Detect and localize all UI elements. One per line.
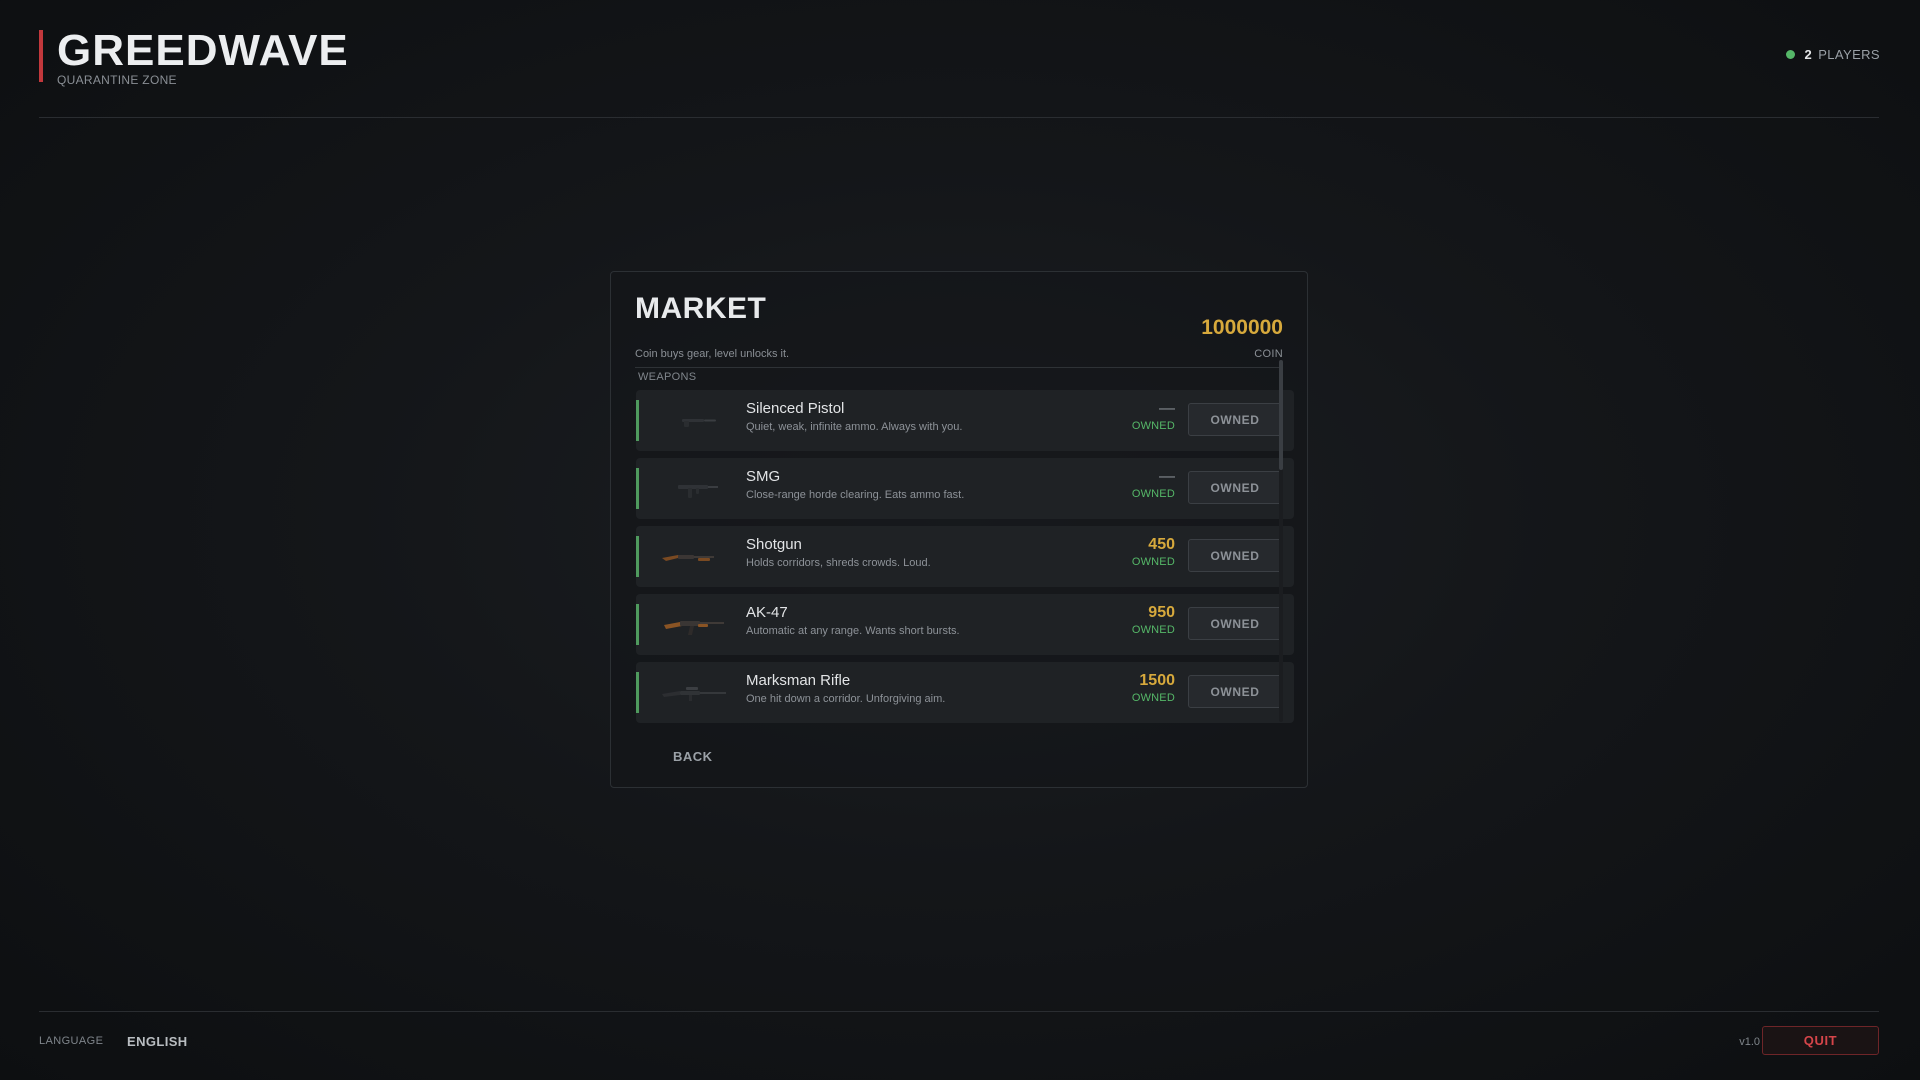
weapon-description: Quiet, weak, infinite ammo. Always with … — [746, 421, 963, 433]
weapon-description: Close-range horde clearing. Eats ammo fa… — [746, 489, 965, 501]
weapon-row: AK-47 Automatic at any range. Wants shor… — [636, 594, 1294, 655]
coin-label: COIN — [1254, 348, 1283, 360]
owned-button[interactable]: OWNED — [1188, 471, 1282, 504]
players-label: PLAYERS — [1818, 47, 1880, 62]
game-subtitle: QUARANTINE ZONE — [57, 73, 177, 87]
weapon-row: Marksman Rifle One hit down a corridor. … — [636, 662, 1294, 723]
weapon-description: Automatic at any range. Wants short burs… — [746, 625, 960, 637]
weapon-row: SMG Close-range horde clearing. Eats amm… — [636, 458, 1294, 519]
owned-accent-bar — [636, 400, 639, 441]
players-count: 2 — [1804, 47, 1813, 62]
sniper-icon — [662, 687, 726, 701]
weapon-description: One hit down a corridor. Unforgiving aim… — [746, 693, 946, 705]
market-panel: MARKET Coin buys gear, level unlocks it.… — [610, 271, 1308, 788]
weapon-status: OWNED — [1131, 556, 1175, 568]
weapon-status: OWNED — [1131, 692, 1175, 704]
weapon-price: — — [1159, 468, 1175, 485]
weapon-description: Holds corridors, shreds crowds. Loud. — [746, 557, 931, 569]
game-title: GREEDWAVE — [57, 26, 349, 75]
weapon-price: 950 — [1148, 604, 1175, 621]
owned-accent-bar — [636, 468, 639, 509]
back-button[interactable]: BACK — [673, 749, 713, 764]
market-title: MARKET — [635, 292, 767, 325]
owned-button[interactable]: OWNED — [1188, 675, 1282, 708]
weapon-status: OWNED — [1131, 488, 1175, 500]
owned-accent-bar — [636, 604, 639, 645]
section-label-weapons: WEAPONS — [638, 371, 697, 383]
weapon-row: Shotgun Holds corridors, shreds crowds. … — [636, 526, 1294, 587]
owned-accent-bar — [636, 672, 639, 713]
language-selector[interactable]: ENGLISH — [127, 1034, 188, 1049]
market-subtitle: Coin buys gear, level unlocks it. — [635, 348, 790, 360]
owned-button[interactable]: OWNED — [1188, 607, 1282, 640]
weapon-name: Silenced Pistol — [746, 400, 845, 417]
online-status-icon — [1785, 50, 1795, 59]
main-menu-screen: GREEDWAVE QUARANTINE ZONE 2 PLAYERS MARK… — [0, 0, 1920, 1080]
weapon-list: Silenced Pistol Quiet, weak, infinite am… — [636, 390, 1294, 730]
quit-button[interactable]: QUIT — [1762, 1026, 1879, 1055]
weapon-price: 450 — [1148, 536, 1175, 553]
coin-balance: 1000000 — [1201, 316, 1283, 339]
header-divider — [39, 117, 1879, 118]
players-indicator: 2 PLAYERS — [1785, 47, 1880, 62]
weapon-name: Shotgun — [746, 536, 802, 553]
weapon-row: Silenced Pistol Quiet, weak, infinite am… — [636, 390, 1294, 451]
owned-accent-bar — [636, 536, 639, 577]
weapon-price: — — [1159, 400, 1175, 417]
weapon-name: Marksman Rifle — [746, 672, 851, 689]
scrollbar-thumb[interactable] — [1279, 360, 1283, 470]
weapon-status: OWNED — [1131, 420, 1175, 432]
footer-divider — [39, 1011, 1879, 1012]
shotgun-icon — [662, 555, 714, 561]
pistol-icon — [682, 419, 716, 427]
market-header: MARKET Coin buys gear, level unlocks it.… — [635, 292, 1283, 368]
weapon-status: OWNED — [1131, 624, 1175, 636]
brand-block: GREEDWAVE QUARANTINE ZONE — [39, 26, 349, 87]
owned-button[interactable]: OWNED — [1188, 539, 1282, 572]
weapon-name: AK-47 — [746, 604, 788, 621]
owned-button[interactable]: OWNED — [1188, 403, 1282, 436]
weapon-name: SMG — [746, 468, 781, 485]
language-label: LANGUAGE — [39, 1035, 104, 1047]
smg-icon — [678, 485, 718, 498]
weapon-price: 1500 — [1139, 672, 1175, 689]
rifle-icon — [664, 621, 724, 635]
version-label: v1.0 — [1739, 1036, 1760, 1048]
